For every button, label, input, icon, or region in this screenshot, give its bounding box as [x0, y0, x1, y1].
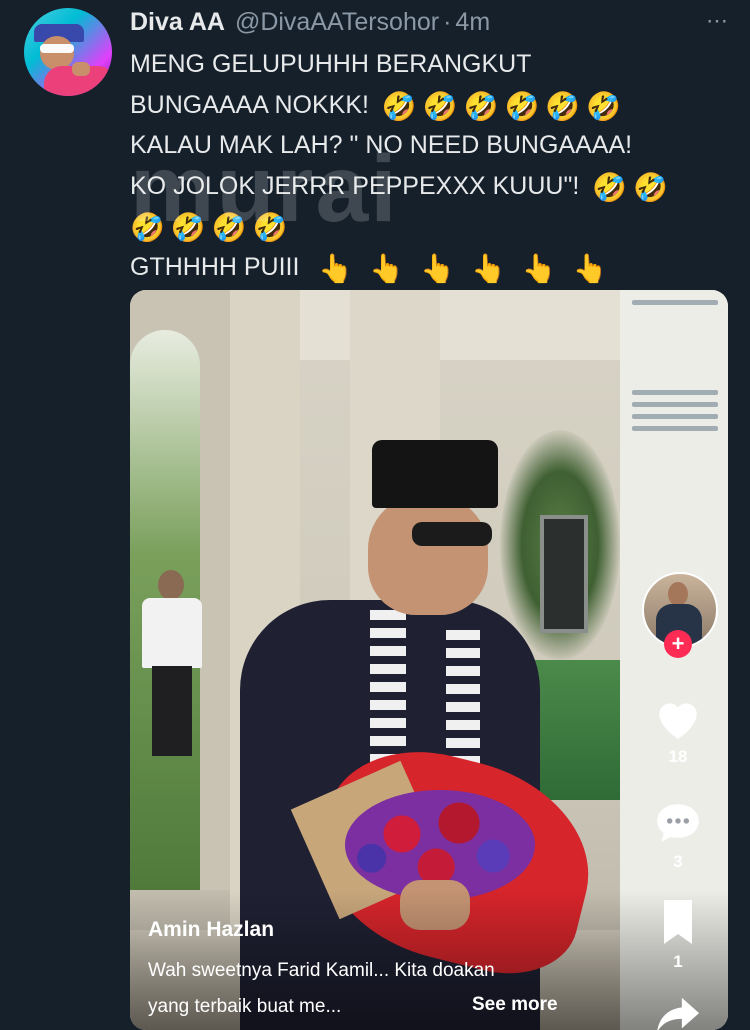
guard-pants [152, 666, 192, 756]
tweet-line-1: MENG GELUPUHHH BERANGKUT [130, 44, 730, 85]
rofl-emoji-icon: 🤣 [463, 90, 499, 122]
rofl-emoji-icon: 🤣 [130, 212, 165, 243]
man-face [368, 495, 488, 615]
pointing-up-emoji-icon: 👆 [318, 252, 354, 284]
tweet-line-5: 🤣 🤣 🤣 🤣 [130, 206, 730, 247]
rofl-emoji-icon: 🤣 [592, 171, 628, 203]
shirt-trim [370, 610, 406, 770]
banner-text-line [632, 300, 718, 305]
tweet-line-3: KALAU MAK LAH? " NO NEED BUNGAAAA! [130, 125, 730, 166]
rofl-emoji-icon: 🤣 [545, 90, 581, 122]
pointing-up-emoji-icon: 👆 [521, 252, 557, 284]
comment-icon[interactable] [642, 800, 714, 846]
tweet-line-1-text: MENG GELUPUHHH BERANGKUT [130, 50, 532, 78]
tweet-time[interactable]: 4m [455, 8, 490, 37]
like-count: 18 [668, 747, 688, 766]
avatar-face [40, 36, 74, 70]
tweet-line-3-text: KALAU MAK LAH? " NO NEED BUNGAAAA! [130, 131, 633, 159]
banner-text-line [632, 402, 718, 407]
tweet-text: MENG GELUPUHHH BERANGKUT BUNGAAAA NOKKK!… [130, 44, 730, 287]
rofl-emoji-icon: 🤣 [170, 212, 206, 243]
separator-dot: · [443, 7, 452, 36]
banner-text-line [632, 414, 718, 419]
tweet-line-4-text: KO JOLOK JERRR PEPPEXXX KUUU"! [130, 171, 580, 200]
author-handle[interactable]: @DivaAATersohor [235, 8, 439, 37]
tweet-header: Diva AA @DivaAATersohor · 4m ⋯ [130, 6, 730, 38]
songkok-hat [372, 440, 498, 508]
author-name[interactable]: Diva AA [130, 8, 225, 37]
bookmark-count: 1 [673, 952, 683, 971]
follow-plus-icon[interactable]: + [664, 630, 692, 658]
share-action[interactable] [642, 995, 714, 1030]
rofl-emoji-icon: 🤣 [422, 90, 458, 122]
video-caption-line-2: yang terbaik buat me... [148, 996, 342, 1017]
more-options-icon[interactable]: ⋯ [706, 8, 730, 34]
banner-text-line [632, 426, 718, 431]
security-guard [138, 570, 208, 760]
share-icon[interactable] [642, 995, 714, 1030]
bookmark-action[interactable]: 1 [642, 898, 714, 972]
shirt-trim [446, 630, 480, 770]
pointing-up-emoji-icon: 👆 [369, 252, 405, 284]
video-caption-line-1: Wah sweetnya Farid Kamil... Kita doakan [148, 960, 495, 981]
pointing-up-emoji-icon: 👆 [572, 252, 608, 284]
avatar-hand [72, 62, 90, 76]
author-avatar[interactable] [24, 8, 112, 96]
rofl-emoji-icon: 🤣 [381, 90, 417, 122]
creator-avatar-head [668, 582, 688, 606]
guard-head [158, 570, 184, 600]
tweet-line-6-text: GTHHHH PUIII [130, 252, 300, 281]
banner-text-line [632, 390, 718, 395]
comment-action[interactable]: 3 [642, 800, 714, 872]
bookmark-icon[interactable] [642, 898, 714, 946]
sunglasses [412, 522, 492, 546]
video-embed[interactable]: Amin Hazlan Wah sweetnya Farid Kamil... … [130, 290, 728, 1030]
avatar-glasses [40, 44, 74, 53]
video-creator-name[interactable]: Amin Hazlan [148, 918, 274, 942]
rofl-emoji-icon: 🤣 [252, 212, 288, 243]
like-action[interactable]: 18 [642, 695, 714, 767]
rofl-emoji-icon: 🤣 [211, 212, 247, 243]
tweet-line-4: KO JOLOK JERRR PEPPEXXX KUUU"! 🤣 🤣 [130, 166, 730, 207]
tweet-line-2-text: BUNGAAAA NOKKK! [130, 90, 369, 119]
guard-shirt [142, 598, 202, 668]
heart-icon[interactable] [642, 695, 714, 741]
see-more-link[interactable]: See more [472, 994, 558, 1016]
pointing-up-emoji-icon: 👆 [471, 252, 506, 284]
tweet-line-2: BUNGAAAA NOKKK! 🤣 🤣 🤣 🤣 🤣 🤣 [130, 85, 730, 126]
rofl-emoji-icon: 🤣 [586, 90, 622, 122]
window [540, 515, 588, 633]
rofl-emoji-icon: 🤣 [633, 171, 668, 203]
tweet-line-6: GTHHHH PUIII 👆 👆 👆 👆 👆 👆 [130, 247, 730, 288]
pointing-up-emoji-icon: 👆 [420, 252, 456, 284]
rofl-emoji-icon: 🤣 [504, 90, 540, 122]
comment-count: 3 [673, 852, 683, 871]
